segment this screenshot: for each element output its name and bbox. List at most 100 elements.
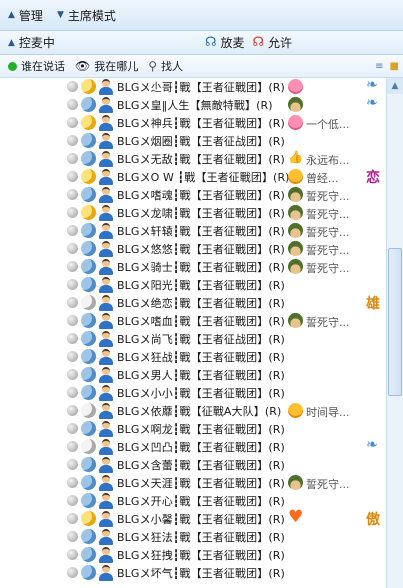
status-dot-icon (67, 81, 78, 92)
soldier-emote-icon (288, 241, 303, 256)
level-moon-icon (81, 565, 96, 580)
member-row[interactable]: BLG〤狂法┇戰【王者征戰团】(R) (0, 528, 386, 546)
member-row[interactable]: BLG〤皇‖人生【無敵特戰】(R) ❧ (0, 95, 386, 114)
level-moon-icon (81, 295, 96, 310)
member-signature: 誓死守... (306, 262, 350, 275)
member-nickname: BLG〤依蘼┇戰【征戰A大队】(R) (117, 405, 282, 418)
filter-bar: 谁在说话 👁 我在哪儿 ⚲ 找人 ≡ ■ (0, 55, 403, 78)
member-row[interactable]: BLG〤男人┇戰【王者征戰团】(R) (0, 366, 386, 384)
member-row[interactable]: BLG〤尐哥┇戰【王者征戰团】(R) ❧ (0, 78, 386, 96)
headset-red-icon: ☊ (252, 35, 265, 50)
level-moon-icon (81, 511, 96, 526)
level-moon-icon (81, 331, 96, 346)
member-nickname: BLG〤皇‖人生【無敵特戰】(R) (117, 99, 273, 112)
member-nickname: BLG〤尐哥┇戰【王者征戰团】(R) (117, 81, 285, 94)
user-avatar-icon (99, 187, 113, 203)
eye-icon: 👁 (75, 59, 91, 73)
member-row[interactable]: BLG〤小小┇戰【王者征戰团】(R) (0, 384, 386, 402)
member-row[interactable]: BLG〤含蕾┇戰【王者征戰团】(R) (0, 456, 386, 474)
member-row[interactable]: BLG〤小馨┇戰【王者征戰团】(R) 傲 (0, 507, 386, 528)
user-avatar-icon (99, 259, 113, 275)
member-signature: 誓死守... (306, 208, 350, 221)
member-row[interactable]: BLG〤开心┇戰【王者征戰团】(R) (0, 492, 386, 510)
member-nickname: BLG〤嗜魂┇戰【王者征戰团】(R) (117, 189, 285, 202)
member-row[interactable]: BLG〤依蘼┇戰【征戰A大队】(R) 时间导... (0, 402, 386, 420)
mic-control-bar: ▲ 控麦中 ☊ 放麦 ☊ 允许 (0, 31, 403, 55)
allow-label: 允许 (268, 36, 293, 50)
member-nickname: BLG〤含蕾┇戰【王者征戰团】(R) (117, 459, 285, 472)
level-moon-icon (81, 475, 96, 490)
member-list[interactable]: BLG〤尐哥┇戰【王者征戰团】(R) ❧ BLG〤皇‖人生【無敵特戰】(R) ❧ BLG… (0, 78, 387, 588)
who-speaking-button[interactable]: 谁在说话 (8, 55, 65, 77)
scroll-thumb[interactable] (388, 248, 402, 396)
release-mic-button[interactable]: ☊ 放麦 (205, 31, 245, 54)
host-mode-menu[interactable]: ▼ 主席模式 (57, 0, 116, 30)
member-row[interactable]: BLG〤狂拽┇戰【王者征戰团】(R) (0, 546, 386, 564)
wing-badge-icon: ❧ (366, 95, 378, 111)
member-nickname: BLG〤嗜血┇戰【王者征戰团】(R) (117, 315, 285, 328)
status-dot-icon (67, 117, 78, 128)
member-row[interactable]: BLG〤尚飞┇戰【王者征战团】(R) (0, 330, 386, 348)
user-avatar-icon (99, 205, 113, 221)
member-signature: 誓死守... (306, 316, 350, 329)
find-person-button[interactable]: ⚲ 找人 (148, 55, 183, 77)
member-row[interactable]: BLG〤绝恋┇戰【王者征戰团】(R) 雄 (0, 294, 386, 312)
member-signature: 永远布... (306, 154, 350, 167)
user-avatar-icon (99, 241, 113, 257)
list-options-button[interactable]: ≡ ■ (375, 55, 399, 77)
member-row[interactable]: BLG〤狂战┇戰【王者征戰团】(R) (0, 348, 386, 366)
level-moon-icon (81, 151, 96, 166)
user-avatar-icon (99, 367, 113, 383)
user-avatar-icon (99, 439, 113, 455)
member-row[interactable]: BLG〤嗜血┇戰【王者征戰团】(R) 誓死守... (0, 312, 386, 330)
allow-button[interactable]: ☊ 允许 (253, 31, 293, 54)
member-row[interactable]: BLG〤天涯┇戰【王者征戰团】(R) 誓死守... (0, 474, 386, 492)
member-row[interactable]: BLG〤嗜魂┇戰【王者征戰团】(R) 誓死守... (0, 186, 386, 204)
level-moon-icon (81, 457, 96, 472)
level-moon-icon (81, 97, 96, 112)
scroll-up-icon[interactable]: ▲ (387, 78, 403, 94)
member-row[interactable]: BLG〤坏气┇戰【王者征戰团】(R) (0, 564, 386, 582)
member-row[interactable]: BLG〤啊龙┇戰【王者征戰团】(R) (0, 420, 386, 438)
scrollbar[interactable]: ▲ (386, 78, 403, 588)
member-nickname: BLG〤坏气┇戰【王者征戰团】(R) (117, 567, 285, 580)
mic-control-label: 控麦中 (18, 36, 55, 50)
member-row[interactable]: BLG〤凹凸┇戰【王者征戰团】(R) ❧ (0, 437, 386, 456)
level-moon-icon (81, 187, 96, 202)
level-moon-icon (81, 79, 96, 94)
level-moon-icon (81, 277, 96, 292)
member-row[interactable]: BLG〤烟圈┇戰【王者征战团】(R) (0, 132, 386, 150)
member-nickname: BLG〤龙啸┇戰【王者征戰团】(R) (117, 207, 285, 220)
status-dot-icon (67, 387, 78, 398)
member-row[interactable]: BLG〤阳光┇戰【王者征戰团】(R) (0, 276, 386, 294)
member-row[interactable]: BLG〤无敌┇戰【王者征戰团】(R) 永远布... (0, 150, 386, 168)
user-avatar-icon (99, 457, 113, 473)
member-nickname: BLG〤狂拽┇戰【王者征戰团】(R) (117, 549, 285, 562)
user-avatar-icon (99, 349, 113, 365)
mic-control-toggle[interactable]: ▲ 控麦中 (8, 31, 55, 54)
soldier-emote-icon (288, 187, 303, 202)
status-dot-icon (67, 459, 78, 470)
find-person-label: 找人 (161, 60, 184, 73)
user-avatar-icon (99, 529, 113, 545)
user-avatar-icon (99, 403, 113, 419)
member-row[interactable]: BLG〤轩辕┇戰【王者征戰团】(R) 誓死守... (0, 222, 386, 240)
manage-menu[interactable]: ▲ 管理 (8, 0, 43, 30)
level-moon-icon (81, 313, 96, 328)
soldier-emote-icon (288, 475, 303, 490)
member-nickname: BLG〤悠悠┇戰【王者征戰团】(R) (117, 243, 285, 256)
member-row[interactable]: BLG〤悠悠┇戰【王者征戰团】(R) 誓死守... (0, 240, 386, 258)
host-mode-label: 主席模式 (67, 8, 116, 23)
member-row[interactable]: BLG〤龙啸┇戰【王者征戰团】(R) 誓死守... (0, 204, 386, 222)
status-dot-icon (67, 279, 78, 290)
status-dot-icon (67, 369, 78, 380)
member-nickname: BLG〤阳光┇戰【王者征戰团】(R) (117, 279, 285, 292)
member-row[interactable]: BLG〤骑士┇戰【王者征戰团】(R) 誓死守... (0, 258, 386, 276)
member-row[interactable]: BLG〤O W ┇戰【王者征戰团】(R) 曾经... 恋 (0, 168, 386, 186)
member-nickname: BLG〤啊龙┇戰【王者征戰团】(R) (117, 423, 285, 436)
chevron-up-icon: ▲ (8, 10, 15, 20)
headset-icon: ☊ (204, 35, 217, 50)
where-am-i-button[interactable]: 👁 我在哪儿 (75, 55, 138, 77)
member-row[interactable]: BLG〤神兵┇戰【王者征戰团】(R) 一个低... (0, 114, 386, 132)
status-dot-icon (67, 567, 78, 578)
